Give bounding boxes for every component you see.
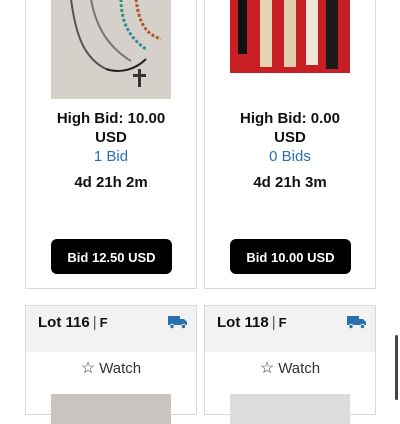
watch-button[interactable]: ☆ Watch [205,358,375,378]
high-bid-currency: USD [274,129,306,146]
listing-image[interactable] [230,394,350,424]
listing-card[interactable]: Lot 118 | F ☆ Watch [204,305,376,424]
scrollbar[interactable] [395,335,398,400]
star-icon: ☆ [259,360,275,377]
listing-card[interactable]: Lot 116 | F ☆ Watch [25,305,197,424]
listing-card[interactable]: High Bid: 10.00 USD 1 Bid 4d 21h 2m Bid … [25,0,197,289]
listing-image[interactable] [51,394,171,424]
time-left: 4d 21h 2m [74,174,148,191]
watch-button[interactable]: ☆ Watch [26,358,196,378]
bid-button[interactable]: Bid 10.00 USD [230,239,351,274]
high-bid-currency: USD [95,129,127,146]
lot-title[interactable]: Lot 116 | F [38,314,108,331]
lot-separator: | [92,314,97,331]
listing-card[interactable]: High Bid: 0.00 USD 0 Bids 4d 21h 3m Bid … [204,0,376,289]
bid-button[interactable]: Bid 12.50 USD [51,239,172,274]
lot-number: Lot 118 [217,314,269,331]
watch-label: Watch [99,360,142,377]
listing-image-fans[interactable] [230,0,350,73]
truck-icon [347,316,366,329]
star-icon: ☆ [80,360,96,377]
lot-number: Lot 116 [38,314,90,331]
lot-flag: F [99,315,108,330]
listing-image-necklace[interactable] [51,0,171,99]
truck-icon [168,316,187,329]
time-left: 4d 21h 3m [253,174,327,191]
watch-label: Watch [278,360,321,377]
bid-info: High Bid: 0.00 USD 0 Bids 4d 21h 3m [205,109,375,191]
lot-title[interactable]: Lot 118 | F [217,314,287,331]
bids-count-link[interactable]: 0 Bids [205,147,375,166]
high-bid-label: High Bid: 0.00 [239,110,340,127]
lot-separator: | [271,314,276,331]
lot-header: Lot 116 | F [26,306,196,352]
high-bid-label: High Bid: 10.00 [56,110,166,127]
lot-flag: F [278,315,287,330]
bids-count-link[interactable]: 1 Bid [26,147,196,166]
bid-info: High Bid: 10.00 USD 1 Bid 4d 21h 2m [26,109,196,191]
lot-header: Lot 118 | F [205,306,375,352]
